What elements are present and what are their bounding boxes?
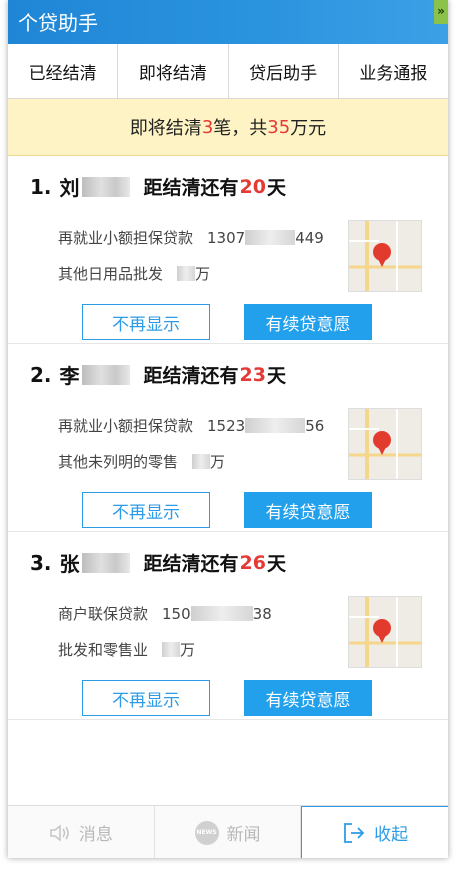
days-suffix: 天: [266, 177, 286, 199]
summary-amount: 35: [267, 116, 291, 138]
loan-index: 1.: [30, 174, 52, 199]
redacted-amount: [177, 266, 196, 281]
news-icon: NEWS: [194, 820, 219, 845]
redacted-phone: [245, 418, 306, 433]
summary-count: 3: [201, 116, 214, 138]
loan-industry: 批发和零售业: [58, 641, 149, 659]
collapse-button[interactable]: 收起: [301, 806, 448, 858]
days-prefix: 距结清还有: [143, 177, 239, 199]
app-title: 个贷助手: [18, 11, 98, 35]
loan-industry: 其他日用品批发: [58, 265, 164, 283]
tab-post-loan[interactable]: 贷后助手: [229, 44, 339, 98]
loan-product-line: 商户联保贷款 150 38: [58, 603, 272, 624]
loan-industry: 其他未列明的零售: [58, 453, 179, 471]
phone-end: 56: [305, 416, 325, 435]
borrower-surname: 刘: [59, 176, 80, 200]
exit-arrow-icon: [344, 822, 365, 843]
redacted-name: [81, 552, 130, 573]
speaker-icon: [50, 823, 69, 842]
hide-button[interactable]: 不再显示: [82, 680, 210, 716]
phone-end: 38: [252, 604, 272, 623]
summary-banner: 即将结清 3 笔，共 35 万元: [8, 99, 448, 156]
renewal-intent-button[interactable]: 有续贷意愿: [244, 680, 372, 716]
loan-header: 1. 刘 距结清还有 20 天: [30, 172, 286, 201]
phone-end: 449: [295, 228, 324, 247]
loan-index: 3.: [30, 550, 52, 575]
borrower-surname: 张: [59, 552, 80, 576]
loan-product: 再就业小额担保贷款: [58, 229, 194, 247]
news-label: 新闻: [226, 825, 261, 845]
renewal-intent-button[interactable]: 有续贷意愿: [244, 492, 372, 528]
days-prefix: 距结清还有: [143, 365, 239, 387]
redacted-amount: [192, 454, 211, 469]
tab-settled[interactable]: 已经结清: [8, 44, 119, 98]
loan-item: 1. 刘 距结清还有 20 天 再就业小额担保贷款 1307 449 其他日用品…: [8, 156, 448, 344]
loan-industry-line: 其他日用品批发 万: [58, 263, 210, 284]
redacted-amount: [162, 642, 181, 657]
loan-item: 2. 李 距结清还有 23 天 再就业小额担保贷款 1523 56 其他未列明的…: [8, 344, 448, 532]
redacted-name: [81, 364, 130, 385]
title-bar: 个贷助手 »: [8, 0, 448, 44]
bottom-bar: 消息 NEWS 新闻 收起: [8, 805, 448, 858]
loan-product: 商户联保贷款: [58, 605, 149, 623]
summary-suffix: 万元: [290, 118, 327, 139]
phone-start: 1523: [207, 416, 246, 435]
news-button[interactable]: NEWS 新闻: [155, 806, 302, 858]
days-suffix: 天: [266, 553, 286, 575]
loan-product-line: 再就业小额担保贷款 1523 56: [58, 415, 324, 436]
loan-industry-line: 批发和零售业 万: [58, 639, 195, 660]
phone-start: 150: [162, 604, 191, 623]
phone-start: 1307: [207, 228, 246, 247]
app-window: 个贷助手 » 已经结清 即将结清 贷后助手 业务通报 即将结清 3 笔，共 35…: [8, 0, 448, 858]
redacted-phone: [190, 606, 253, 621]
double-chevron-down-icon[interactable]: »: [434, 0, 448, 24]
loan-header: 2. 李 距结清还有 23 天: [30, 360, 286, 389]
days-prefix: 距结清还有: [143, 553, 239, 575]
loan-header: 3. 张 距结清还有 26 天: [30, 548, 286, 577]
days-remaining: 26: [239, 551, 266, 574]
borrower-surname: 李: [59, 364, 80, 388]
tab-bulletin[interactable]: 业务通报: [339, 44, 448, 98]
summary-mid: 笔，共: [213, 118, 268, 139]
map-pin-icon: [349, 597, 421, 667]
tab-bar: 已经结清 即将结清 贷后助手 业务通报: [8, 44, 448, 99]
loan-product: 再就业小额担保贷款: [58, 417, 194, 435]
days-remaining: 20: [239, 175, 266, 198]
loan-industry-line: 其他未列明的零售 万: [58, 451, 225, 472]
amount-unit: 万: [210, 453, 226, 471]
redacted-name: [81, 176, 130, 197]
map-pin-icon: [349, 409, 421, 479]
map-pin-icon: [349, 221, 421, 291]
news-badge: NEWS: [196, 829, 217, 836]
summary-prefix: 即将结清: [129, 118, 202, 139]
messages-label: 消息: [78, 825, 113, 845]
collapse-label: 收起: [374, 825, 409, 845]
loan-index: 2.: [30, 362, 52, 387]
amount-unit: 万: [180, 641, 196, 659]
loan-item: 3. 张 距结清还有 26 天 商户联保贷款 150 38 批发和零售业 万 不…: [8, 532, 448, 720]
hide-button[interactable]: 不再显示: [82, 304, 210, 340]
hide-button[interactable]: 不再显示: [82, 492, 210, 528]
amount-unit: 万: [195, 265, 211, 283]
renewal-intent-button[interactable]: 有续贷意愿: [244, 304, 372, 340]
map-thumbnail[interactable]: [348, 596, 422, 668]
days-remaining: 23: [239, 363, 266, 386]
messages-button[interactable]: 消息: [8, 806, 155, 858]
redacted-phone: [245, 230, 296, 245]
map-thumbnail[interactable]: [348, 408, 422, 480]
loan-product-line: 再就业小额担保贷款 1307 449: [58, 227, 324, 248]
days-suffix: 天: [266, 365, 286, 387]
tab-upcoming[interactable]: 即将结清: [118, 44, 229, 98]
map-thumbnail[interactable]: [348, 220, 422, 292]
